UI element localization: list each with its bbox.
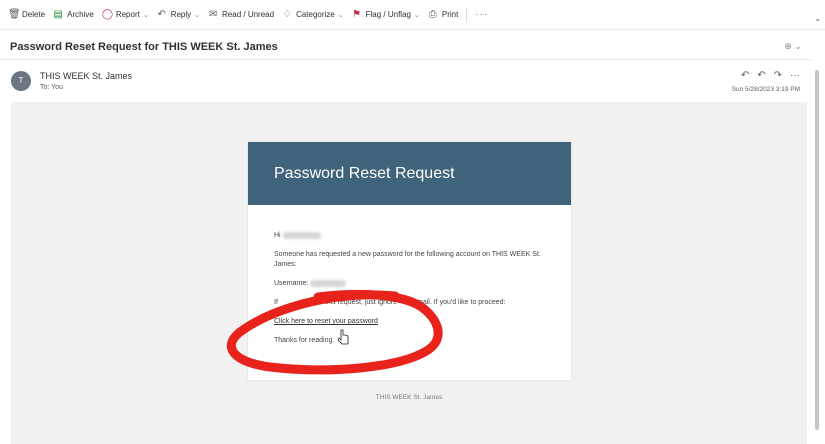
read-unread-button[interactable]: ✉ Read / Unread — [208, 8, 274, 20]
redacted-username — [310, 279, 347, 287]
reply-icon: ↶ — [157, 8, 166, 20]
chevron-down-icon[interactable]: ⌄ — [814, 14, 821, 23]
flag-button[interactable]: ⚑ Flag / Unflag ⌄ — [352, 8, 420, 20]
signoff: Thanks for reading. — [274, 337, 335, 344]
report-button[interactable]: ◯ Report ⌄ — [101, 8, 149, 20]
chevron-down-icon[interactable]: ⌄ — [194, 11, 200, 19]
more-icon: ··· — [475, 9, 489, 20]
greeting: Hi — [274, 231, 545, 241]
chevron-down-icon[interactable]: ⌄ — [338, 11, 344, 19]
reset-password-link[interactable]: Click here to reset your password — [274, 318, 378, 325]
scrollbar[interactable] — [813, 62, 821, 444]
email-card-body: Hi Someone has requested a new password … — [248, 205, 571, 346]
mail-reading-pane: 🗑 Delete ▤ Archive ◯ Report ⌄ ↶ Reply ⌄ … — [0, 0, 825, 444]
printer-icon: ⎙ — [428, 8, 437, 20]
email-footer: THIS WEEK St. James — [375, 394, 443, 401]
reply-all-icon[interactable]: ↶ — [757, 70, 765, 81]
email-body: Password Reset Request Hi Someone has re… — [11, 102, 807, 444]
recipient-line: To: You — [40, 84, 63, 91]
sender-name[interactable]: THIS WEEK St. James — [40, 71, 132, 81]
forward-icon[interactable]: ↷ — [774, 70, 782, 81]
archive-button[interactable]: ▤ Archive — [53, 8, 93, 20]
subject-bar: Password Reset Request for THIS WEEK St.… — [0, 34, 812, 60]
command-toolbar: 🗑 Delete ▤ Archive ◯ Report ⌄ ↶ Reply ⌄ … — [0, 0, 825, 30]
categorize-button[interactable]: ♢ Categorize ⌄ — [282, 8, 344, 20]
redacted-name — [282, 231, 321, 239]
username-line: Username: — [274, 279, 545, 289]
flag-icon: ⚑ — [352, 8, 362, 20]
chevron-down-icon[interactable]: ⌄ — [414, 11, 420, 19]
shield-icon: ◯ — [101, 8, 114, 20]
reply-button[interactable]: ↶ Reply ⌄ — [157, 8, 201, 20]
delete-button[interactable]: 🗑 Delete — [8, 8, 45, 20]
print-button[interactable]: ⎙ Print — [428, 8, 458, 20]
email-card: Password Reset Request Hi Someone has re… — [248, 142, 571, 380]
chevron-down-icon[interactable]: ⌄ — [143, 11, 149, 19]
scroll-thumb[interactable] — [815, 70, 819, 430]
envelope-icon: ✉ — [208, 8, 218, 20]
sender-header: T THIS WEEK St. James To: You ↶ ↶ ↷ ··· … — [0, 62, 812, 102]
more-actions-button[interactable]: ··· — [475, 9, 488, 20]
intro-paragraph: Someone has requested a new password for… — [274, 251, 541, 268]
zoom-icon[interactable]: ⊕ ⌄ — [784, 41, 802, 52]
email-subject: Password Reset Request for THIS WEEK St.… — [10, 40, 278, 53]
archive-icon: ▤ — [53, 8, 63, 20]
email-card-header: Password Reset Request — [248, 142, 571, 205]
tag-icon: ♢ — [282, 8, 292, 20]
reply-icon[interactable]: ↶ — [741, 70, 749, 81]
received-date: Sun 5/28/2023 3:19 PM — [731, 86, 800, 93]
email-title: Password Reset Request — [274, 164, 455, 182]
ignore-paragraph: If t make this request, just ignore mail… — [274, 299, 506, 306]
trash-icon: 🗑 — [8, 8, 21, 20]
message-actions: ↶ ↶ ↷ ··· — [741, 70, 800, 81]
more-icon[interactable]: ··· — [790, 70, 800, 81]
reset-link-line: Click here to reset your password — [274, 317, 545, 327]
avatar[interactable]: T — [11, 71, 31, 91]
toolbar-divider — [466, 7, 468, 22]
